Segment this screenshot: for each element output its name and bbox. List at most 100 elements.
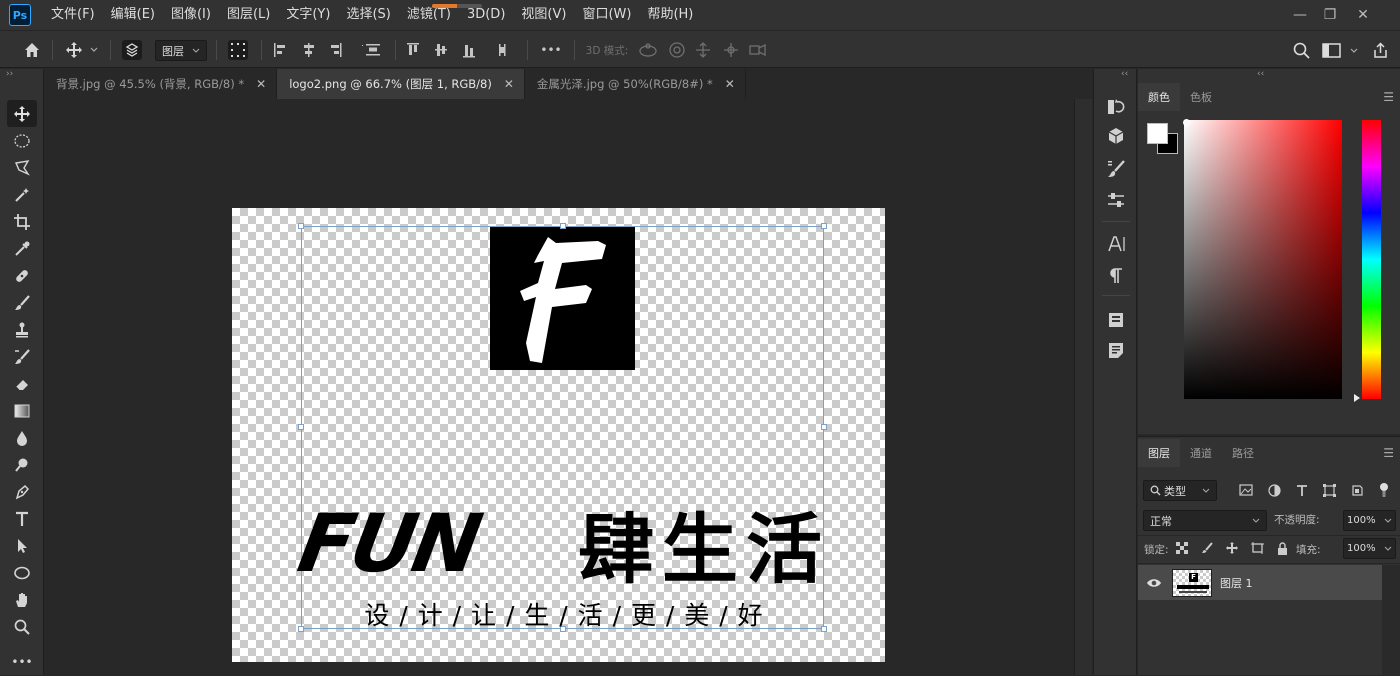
opacity-input[interactable]: 100%: [1343, 510, 1396, 531]
lock-pixels-icon[interactable]: [1201, 542, 1213, 554]
menu-item-9[interactable]: 窗口(W): [574, 0, 639, 30]
path-selection-tool-icon[interactable]: [7, 532, 37, 559]
blend-mode-dropdown[interactable]: 正常: [1143, 510, 1267, 531]
paragraph-icon[interactable]: [1105, 264, 1127, 286]
brush-tool-icon[interactable]: [7, 289, 37, 316]
close-tab-icon[interactable]: ✕: [504, 77, 514, 91]
hue-slider[interactable]: [1362, 120, 1381, 399]
stamp-tool-icon[interactable]: [7, 316, 37, 343]
adjustment-filter-icon[interactable]: [1267, 483, 1281, 497]
move-tool-preset-icon[interactable]: [60, 31, 104, 69]
layer-filter-dropdown[interactable]: 类型: [1143, 480, 1217, 501]
app-logo[interactable]: Ps: [9, 4, 31, 26]
adjustments-icon[interactable]: [1105, 189, 1127, 211]
panel-menu-icon[interactable]: ☰: [1383, 446, 1394, 460]
blur-tool-icon[interactable]: [7, 424, 37, 451]
move-tool-icon[interactable]: [7, 100, 37, 127]
auto-select-target-dropdown[interactable]: 图层: [155, 40, 207, 61]
document-canvas[interactable]: FUN 肆生活 设 / 计 / 让 / 生 / 活 / 更 / 美 / 好: [232, 208, 885, 662]
menu-item-8[interactable]: 视图(V): [513, 0, 574, 30]
menu-item-0[interactable]: 文件(F): [43, 0, 103, 30]
collapse-icon[interactable]: ››: [6, 69, 13, 79]
gradient-tool-icon[interactable]: [7, 397, 37, 424]
transform-handle[interactable]: [821, 223, 827, 229]
color-picker-field[interactable]: [1184, 120, 1342, 399]
lock-artboard-icon[interactable]: [1251, 542, 1264, 554]
dodge-tool-icon[interactable]: [7, 451, 37, 478]
minimize-button[interactable]: —: [1287, 0, 1313, 30]
more-tools-icon[interactable]: •••: [7, 648, 37, 675]
eraser-tool-icon[interactable]: [7, 370, 37, 397]
more-options-button[interactable]: •••: [537, 31, 565, 69]
type-tool-icon[interactable]: [7, 505, 37, 532]
tab-layers[interactable]: 图层: [1138, 439, 1180, 467]
brush-settings-icon[interactable]: [1105, 158, 1127, 180]
healing-brush-tool-icon[interactable]: [7, 262, 37, 289]
shape-tool-icon[interactable]: [7, 559, 37, 586]
menu-item-2[interactable]: 图像(I): [163, 0, 219, 30]
workspace-icon[interactable]: [1320, 31, 1360, 69]
tab-channels[interactable]: 通道: [1180, 439, 1222, 467]
marquee-tool-icon[interactable]: [7, 127, 37, 154]
transform-controls-icon[interactable]: [224, 31, 252, 69]
layer-thumbnail[interactable]: F: [1172, 568, 1212, 597]
menu-item-1[interactable]: 编辑(E): [103, 0, 163, 30]
menu-item-4[interactable]: 文字(Y): [278, 0, 338, 30]
align-icons[interactable]: [270, 31, 366, 69]
image-filter-icon[interactable]: [1238, 484, 1253, 496]
type-filter-icon[interactable]: [1296, 484, 1308, 497]
tab-swatches[interactable]: 色板: [1180, 83, 1222, 111]
close-tab-icon[interactable]: ✕: [256, 77, 266, 91]
tab-metal-jpg[interactable]: 金属光泽.jpg @ 50%(RGB/8#) * ✕: [525, 69, 746, 99]
color-picker-cursor[interactable]: [1183, 119, 1190, 126]
crop-tool-icon[interactable]: [7, 208, 37, 235]
menu-item-5[interactable]: 选择(S): [338, 0, 398, 30]
eyedropper-tool-icon[interactable]: [7, 235, 37, 262]
magic-wand-tool-icon[interactable]: [7, 181, 37, 208]
fill-input[interactable]: 100%: [1343, 538, 1396, 559]
restore-button[interactable]: ❐: [1317, 0, 1343, 30]
properties-icon[interactable]: [1105, 309, 1127, 331]
close-tab-icon[interactable]: ✕: [725, 77, 735, 91]
smart-object-filter-icon[interactable]: [1351, 484, 1364, 497]
filter-toggle-icon[interactable]: [1379, 482, 1389, 498]
notes-icon[interactable]: [1105, 339, 1127, 361]
panel-menu-icon[interactable]: ☰: [1383, 90, 1394, 104]
zoom-tool-icon[interactable]: [7, 613, 37, 640]
home-icon[interactable]: [18, 31, 46, 69]
tab-paths[interactable]: 路径: [1222, 439, 1264, 467]
layers-scrollbar[interactable]: [1382, 565, 1400, 676]
layer-name[interactable]: 图层 1: [1220, 575, 1253, 591]
collapse-icon[interactable]: ‹‹: [1121, 69, 1128, 79]
transform-handle[interactable]: [298, 223, 304, 229]
menu-item-10[interactable]: 帮助(H): [639, 0, 701, 30]
auto-select-icon[interactable]: [118, 31, 146, 69]
lasso-tool-icon[interactable]: [7, 154, 37, 181]
pen-tool-icon[interactable]: [7, 478, 37, 505]
foreground-color-swatch[interactable]: [1147, 123, 1168, 144]
lock-position-icon[interactable]: [1226, 542, 1238, 554]
lock-all-icon[interactable]: [1277, 541, 1288, 555]
distribute-icon[interactable]: [362, 31, 384, 69]
tab-logo2-png[interactable]: logo2.png @ 66.7% (图层 1, RGB/8) ✕: [277, 69, 525, 99]
menu-item-3[interactable]: 图层(L): [219, 0, 278, 30]
close-button[interactable]: ✕: [1350, 0, 1376, 30]
layer-row[interactable]: F 图层 1: [1138, 565, 1382, 600]
transform-handle[interactable]: [298, 424, 304, 430]
transform-handle[interactable]: [821, 424, 827, 430]
tab-color[interactable]: 颜色: [1138, 83, 1180, 111]
transform-handle[interactable]: [560, 223, 566, 229]
tab-background-jpg[interactable]: 背景.jpg @ 45.5% (背景, RGB/8) * ✕: [44, 69, 278, 99]
collapse-icon[interactable]: ‹‹: [1257, 69, 1264, 79]
vertical-align-icons[interactable]: [403, 31, 515, 69]
shape-filter-icon[interactable]: [1322, 483, 1336, 497]
hand-tool-icon[interactable]: [7, 586, 37, 613]
character-icon[interactable]: [1105, 233, 1127, 255]
lock-transparent-icon[interactable]: [1176, 542, 1188, 554]
history-icon[interactable]: [1105, 96, 1127, 118]
3d-icon[interactable]: [1105, 125, 1127, 147]
hue-slider-handle[interactable]: [1354, 394, 1360, 402]
history-brush-tool-icon[interactable]: [7, 343, 37, 370]
search-icon[interactable]: [1289, 31, 1313, 69]
vertical-scrollbar[interactable]: [1074, 99, 1092, 675]
